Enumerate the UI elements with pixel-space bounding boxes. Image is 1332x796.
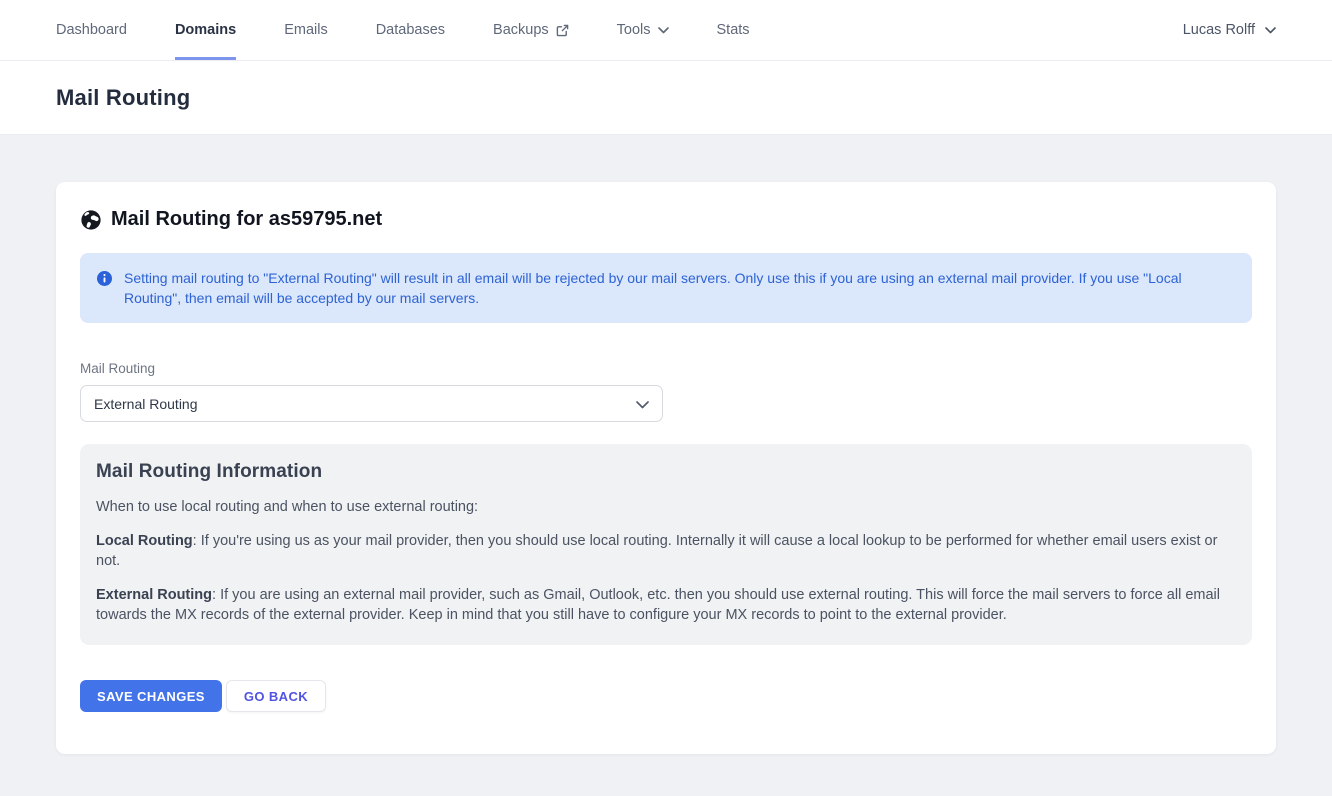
nav-item-stats[interactable]: Stats (717, 0, 750, 60)
info-box-external-routing: External Routing: If you are using an ex… (96, 585, 1236, 625)
save-changes-button[interactable]: SAVE CHANGES (80, 680, 222, 712)
button-row: SAVE CHANGES GO BACK (80, 680, 1252, 712)
nav-item-dashboard[interactable]: Dashboard (56, 0, 127, 60)
top-navigation: Dashboard Domains Emails Databases Backu… (0, 0, 1332, 61)
chevron-down-icon (636, 396, 649, 412)
card-title: Mail Routing for as59795.net (111, 208, 382, 231)
external-link-icon (556, 24, 569, 37)
chevron-down-icon (658, 27, 669, 34)
card-title-row: Mail Routing for as59795.net (80, 208, 1252, 231)
nav-item-label: Stats (717, 22, 750, 38)
nav-item-label: Databases (376, 22, 445, 38)
info-icon (97, 271, 112, 308)
external-routing-term: External Routing (96, 587, 212, 603)
nav-item-databases[interactable]: Databases (376, 0, 445, 60)
info-box-intro: When to use local routing and when to us… (96, 497, 1236, 517)
go-back-button[interactable]: GO BACK (226, 680, 326, 712)
user-name: Lucas Rolff (1183, 22, 1255, 38)
mail-routing-card: Mail Routing for as59795.net Setting mai… (56, 182, 1276, 754)
mail-routing-information-box: Mail Routing Information When to use loc… (80, 444, 1252, 645)
nav-item-domains[interactable]: Domains (175, 0, 236, 60)
main-content: Mail Routing for as59795.net Setting mai… (0, 135, 1332, 754)
user-menu[interactable]: Lucas Rolff (1183, 0, 1292, 60)
nav-items: Dashboard Domains Emails Databases Backu… (56, 0, 1183, 60)
info-box-title: Mail Routing Information (96, 461, 1236, 483)
nav-item-label: Tools (617, 22, 651, 38)
nav-item-emails[interactable]: Emails (284, 0, 328, 60)
nav-item-label: Emails (284, 22, 328, 38)
nav-item-tools[interactable]: Tools (617, 0, 669, 60)
select-value: External Routing (94, 396, 198, 412)
local-routing-term: Local Routing (96, 533, 193, 549)
globe-icon (80, 209, 102, 231)
info-box-local-routing: Local Routing: If you're using us as you… (96, 531, 1236, 571)
chevron-down-icon (1265, 22, 1276, 38)
mail-routing-label: Mail Routing (80, 361, 1252, 376)
nav-item-backups[interactable]: Backups (493, 0, 569, 60)
nav-item-label: Backups (493, 22, 549, 38)
page-header: Mail Routing (0, 61, 1332, 135)
alert-text: Setting mail routing to "External Routin… (124, 268, 1212, 308)
info-alert: Setting mail routing to "External Routin… (80, 253, 1252, 323)
nav-item-label: Domains (175, 22, 236, 38)
mail-routing-select[interactable]: External Routing (80, 385, 663, 422)
page-title: Mail Routing (56, 85, 190, 111)
nav-item-label: Dashboard (56, 22, 127, 38)
